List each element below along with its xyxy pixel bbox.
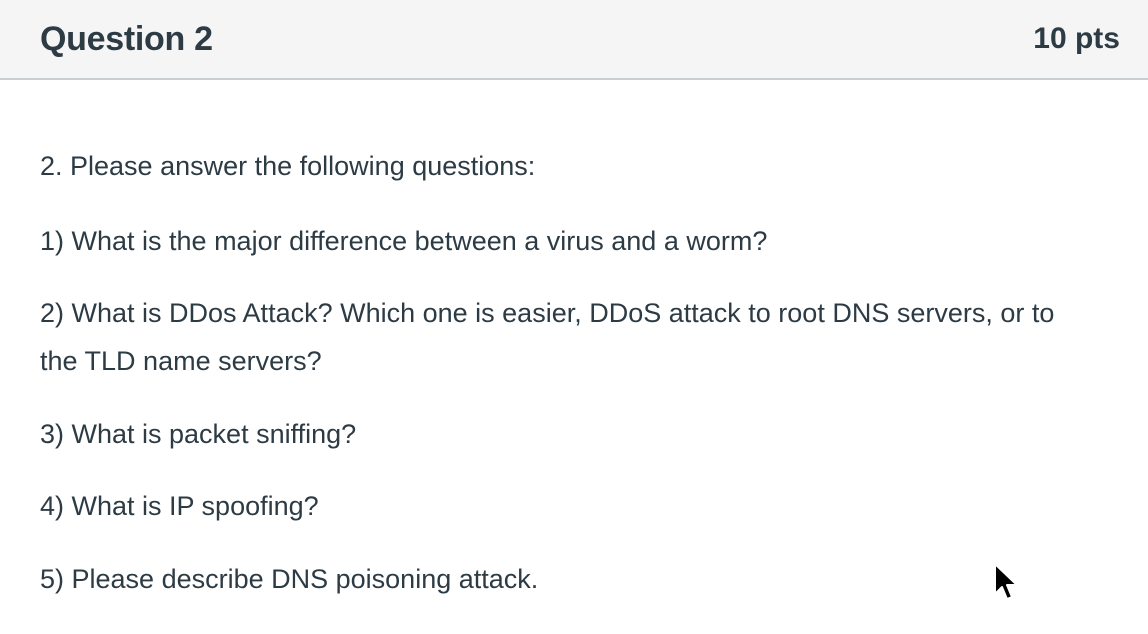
question-item-5: 5) Please describe DNS poisoning attack. <box>40 564 539 594</box>
question-item-4: 4) What is IP spoofing? <box>40 491 319 521</box>
question-card: Question 2 10 pts 2. Please answer the f… <box>0 0 1148 634</box>
question-points: 10 pts <box>1033 22 1120 55</box>
question-item-2: 2) What is DDos Attack? Which one is eas… <box>40 298 1055 376</box>
mouse-pointer-icon <box>994 563 1018 600</box>
question-item-3: 3) What is packet sniffing? <box>40 419 357 449</box>
question-intro: 2. Please answer the following questions… <box>40 151 536 181</box>
question-header: Question 2 10 pts <box>0 0 1148 80</box>
question-item-1: 1) What is the major difference between … <box>40 226 768 256</box>
question-title: Question 2 <box>40 19 213 58</box>
